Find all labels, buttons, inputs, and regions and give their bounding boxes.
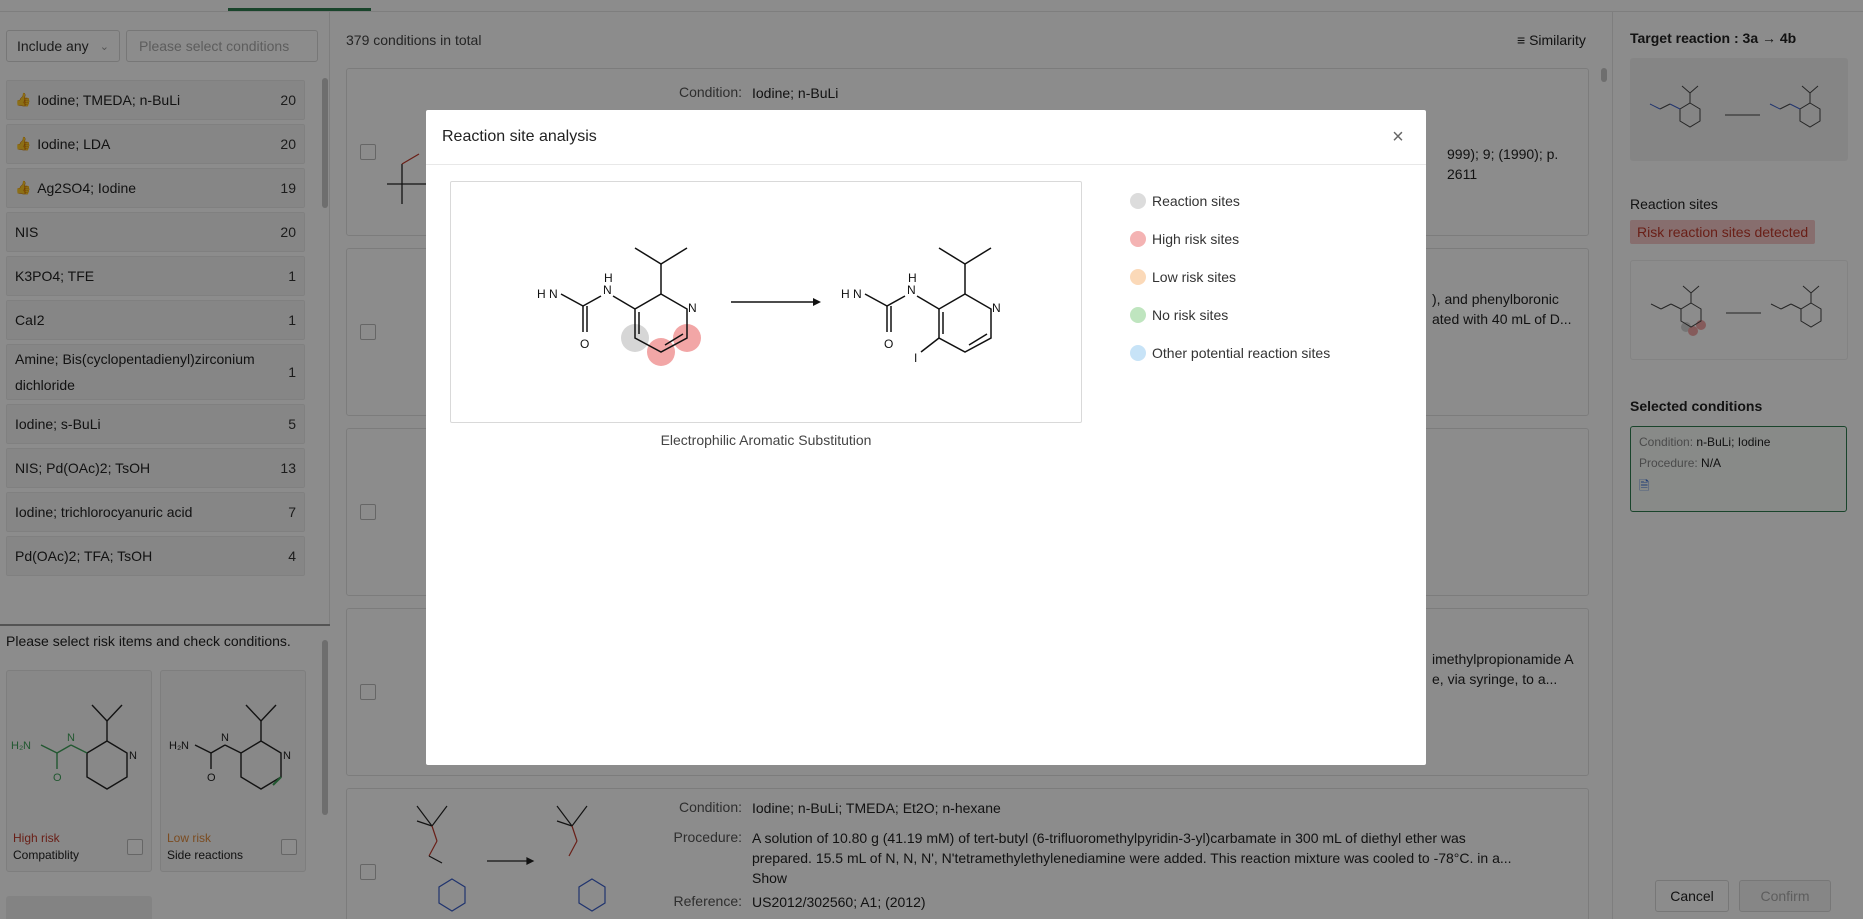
chem-n-label: N: [992, 301, 1001, 315]
reaction-site-analysis-modal: Reaction site analysis × N N H H N O N N…: [426, 110, 1426, 765]
arrow-head: [813, 298, 821, 306]
chem-n-label: N: [549, 287, 558, 301]
chem-o-label: O: [580, 337, 589, 351]
chem-h-label: H: [537, 287, 546, 301]
legend-item: No risk sites: [1130, 296, 1330, 334]
chem-h-label: H: [604, 271, 613, 285]
legend-dot: [1130, 345, 1146, 361]
legend-dot: [1130, 307, 1146, 323]
legend-label: Low risk sites: [1152, 269, 1237, 285]
legend-item: Reaction sites: [1130, 182, 1330, 220]
chem-h-label: H: [908, 271, 917, 285]
reaction-diagram-box: N N H H N O N N H H N O I: [450, 181, 1082, 423]
legend-item: Low risk sites: [1130, 258, 1330, 296]
legend-dot: [1130, 193, 1146, 209]
legend-label: High risk sites: [1152, 231, 1240, 247]
modal-header: Reaction site analysis ×: [426, 110, 1426, 165]
legend-dot: [1130, 269, 1146, 285]
close-icon[interactable]: ×: [1386, 126, 1410, 149]
chem-i-label: I: [914, 351, 917, 365]
modal-title: Reaction site analysis: [442, 128, 597, 145]
legend-label: Reaction sites: [1152, 193, 1240, 209]
site-legend: Reaction sites High risk sites Low risk …: [1130, 182, 1330, 372]
legend-dot: [1130, 231, 1146, 247]
legend-item: Other potential reaction sites: [1130, 334, 1330, 372]
chem-n-label: N: [853, 287, 862, 301]
chem-n-label: N: [688, 301, 697, 315]
chem-o-label: O: [884, 337, 893, 351]
chem-n-label: N: [907, 283, 916, 297]
reaction-type-caption: Electrophilic Aromatic Substitution: [660, 432, 872, 448]
reaction-diagram: N N H H N O N N H H N O I: [537, 247, 1001, 366]
chem-h-label: H: [841, 287, 850, 301]
legend-item: High risk sites: [1130, 220, 1330, 258]
legend-label: Other potential reaction sites: [1152, 345, 1331, 361]
legend-label: No risk sites: [1152, 307, 1229, 323]
chem-n-label: N: [603, 283, 612, 297]
